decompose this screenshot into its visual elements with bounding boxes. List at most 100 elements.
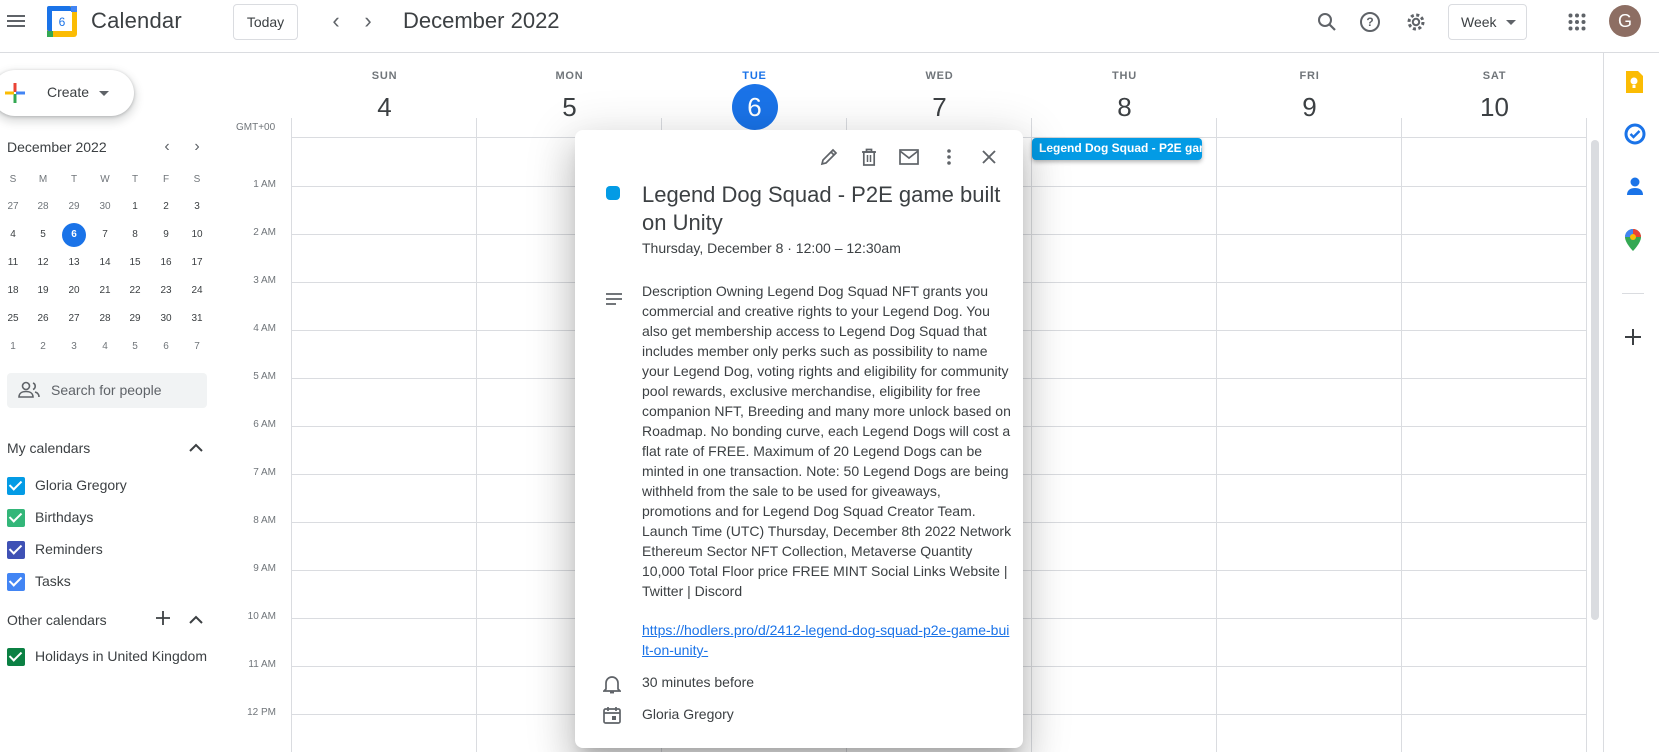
- maps-pin-icon[interactable]: [1624, 228, 1648, 252]
- day-header: FRI 9: [1217, 70, 1402, 130]
- mini-calendar-day[interactable]: 29: [62, 195, 86, 219]
- calendar-name: Holidays in United Kingdom: [35, 648, 207, 664]
- hour-label: 7 AM: [253, 467, 276, 478]
- calendar-checkbox[interactable]: [7, 509, 25, 527]
- mini-calendar-prev-chevron-icon[interactable]: ‹: [155, 136, 179, 160]
- calendar-logo-icon[interactable]: 6: [46, 5, 78, 38]
- mini-calendar-day[interactable]: 5: [31, 223, 55, 247]
- mini-calendar-day[interactable]: 23: [154, 279, 178, 303]
- reminder-text: 30 minutes before: [642, 674, 755, 690]
- more-options-icon[interactable]: [933, 141, 965, 173]
- mini-calendar-day[interactable]: 28: [31, 195, 55, 219]
- mini-calendar-day[interactable]: 2: [31, 335, 55, 359]
- get-add-ons-plus-icon[interactable]: [1624, 328, 1648, 352]
- mini-calendar-day[interactable]: 1: [1, 335, 25, 359]
- mini-calendar-day[interactable]: 8: [123, 223, 147, 247]
- dropdown-caret-icon: [1506, 20, 1516, 25]
- reminder-bell-icon: [603, 676, 621, 694]
- mini-calendar-day[interactable]: 10: [185, 223, 209, 247]
- mini-calendar-day[interactable]: 30: [154, 307, 178, 331]
- day-number[interactable]: 4: [362, 84, 408, 130]
- mini-calendar-day[interactable]: 6: [154, 335, 178, 359]
- mini-calendar-day[interactable]: 5: [123, 335, 147, 359]
- mini-calendar-day[interactable]: 12: [31, 251, 55, 275]
- menu-icon[interactable]: [4, 10, 28, 34]
- mini-calendar-day[interactable]: 25: [1, 307, 25, 331]
- create-button[interactable]: Create: [0, 70, 134, 116]
- previous-week-chevron-icon[interactable]: ‹: [322, 8, 350, 36]
- contacts-icon[interactable]: [1624, 175, 1648, 199]
- next-week-chevron-icon[interactable]: ›: [354, 8, 382, 36]
- mini-calendar-weekday-head: M: [38, 174, 48, 185]
- day-number[interactable]: 10: [1472, 84, 1518, 130]
- day-number[interactable]: 6: [731, 84, 778, 130]
- account-avatar[interactable]: G: [1609, 5, 1641, 37]
- mini-calendar-day[interactable]: 26: [31, 307, 55, 331]
- day-number[interactable]: 7: [917, 84, 963, 130]
- mini-calendar-day[interactable]: 20: [62, 279, 86, 303]
- today-button[interactable]: Today: [233, 4, 298, 40]
- tasks-icon[interactable]: [1624, 123, 1648, 147]
- event-description: Description Owning Legend Dog Squad NFT …: [642, 283, 1012, 599]
- search-icon[interactable]: [1314, 9, 1340, 35]
- mini-calendar-day[interactable]: 18: [1, 279, 25, 303]
- mini-calendar-day[interactable]: 3: [62, 335, 86, 359]
- mini-calendar-day[interactable]: 14: [93, 251, 117, 275]
- day-of-week-label: MON: [555, 70, 584, 82]
- calendar-name: Reminders: [35, 541, 103, 557]
- day-header: TUE 6: [662, 70, 847, 130]
- add-other-calendar-plus-icon[interactable]: [152, 610, 174, 632]
- delete-trash-icon[interactable]: [853, 141, 885, 173]
- mini-calendar-day[interactable]: 6: [62, 223, 86, 247]
- apps-grid-icon[interactable]: [1564, 9, 1590, 35]
- mini-calendar-day[interactable]: 29: [123, 307, 147, 331]
- mini-calendar-day[interactable]: 4: [93, 335, 117, 359]
- keep-notes-icon[interactable]: [1624, 70, 1648, 94]
- mini-calendar-day[interactable]: 7: [185, 335, 209, 359]
- search-people-input[interactable]: Search for people: [7, 373, 207, 408]
- mini-calendar-next-chevron-icon[interactable]: ›: [185, 136, 209, 160]
- mini-calendar-day[interactable]: 19: [31, 279, 55, 303]
- mini-calendar-day[interactable]: 9: [154, 223, 178, 247]
- grid-scrollbar[interactable]: [1591, 140, 1599, 620]
- day-number[interactable]: 5: [547, 84, 593, 130]
- calendar-checkbox[interactable]: [7, 573, 25, 591]
- mini-calendar-day[interactable]: 15: [123, 251, 147, 275]
- mini-calendar-day[interactable]: 17: [185, 251, 209, 275]
- mini-calendar-day[interactable]: 1: [123, 195, 147, 219]
- mini-calendar-day[interactable]: 7: [93, 223, 117, 247]
- mini-calendar-day[interactable]: 28: [93, 307, 117, 331]
- day-number[interactable]: 8: [1102, 84, 1148, 130]
- event-link[interactable]: https://hodlers.pro/d/2412-legend-dog-sq…: [642, 620, 1012, 660]
- people-icon: [18, 381, 40, 398]
- view-selector[interactable]: Week: [1448, 4, 1527, 40]
- event-chip[interactable]: Legend Dog Squad - P2E game built on Uni…: [1032, 138, 1202, 160]
- mini-calendar-day[interactable]: 31: [185, 307, 209, 331]
- collapse-my-calendars-chevron-icon[interactable]: [185, 438, 207, 460]
- mini-calendar-day[interactable]: 27: [62, 307, 86, 331]
- mini-calendar-day[interactable]: 21: [93, 279, 117, 303]
- email-guests-mail-icon[interactable]: [893, 141, 925, 173]
- mini-calendar-day[interactable]: 24: [185, 279, 209, 303]
- mini-calendar-day[interactable]: 13: [62, 251, 86, 275]
- close-icon[interactable]: [973, 141, 1005, 173]
- mini-calendar-day[interactable]: 30: [93, 195, 117, 219]
- mini-calendar-day[interactable]: 22: [123, 279, 147, 303]
- edit-pencil-icon[interactable]: [813, 141, 845, 173]
- mini-calendar-day[interactable]: 11: [1, 251, 25, 275]
- mini-calendar-day[interactable]: 2: [154, 195, 178, 219]
- calendar-checkbox[interactable]: [7, 477, 25, 495]
- hour-label: 5 AM: [253, 371, 276, 382]
- event-title: Legend Dog Squad - P2E game built on Uni…: [642, 182, 1001, 235]
- calendar-checkbox[interactable]: [7, 541, 25, 559]
- day-column-divider: [476, 118, 477, 752]
- mini-calendar-day[interactable]: 16: [154, 251, 178, 275]
- calendar-checkbox[interactable]: [7, 648, 25, 666]
- mini-calendar-day[interactable]: 3: [185, 195, 209, 219]
- settings-gear-icon[interactable]: [1403, 9, 1429, 35]
- mini-calendar-day[interactable]: 27: [1, 195, 25, 219]
- help-icon[interactable]: ?: [1357, 9, 1383, 35]
- collapse-other-calendars-chevron-icon[interactable]: [185, 610, 207, 632]
- mini-calendar-day[interactable]: 4: [1, 223, 25, 247]
- day-number[interactable]: 9: [1287, 84, 1333, 130]
